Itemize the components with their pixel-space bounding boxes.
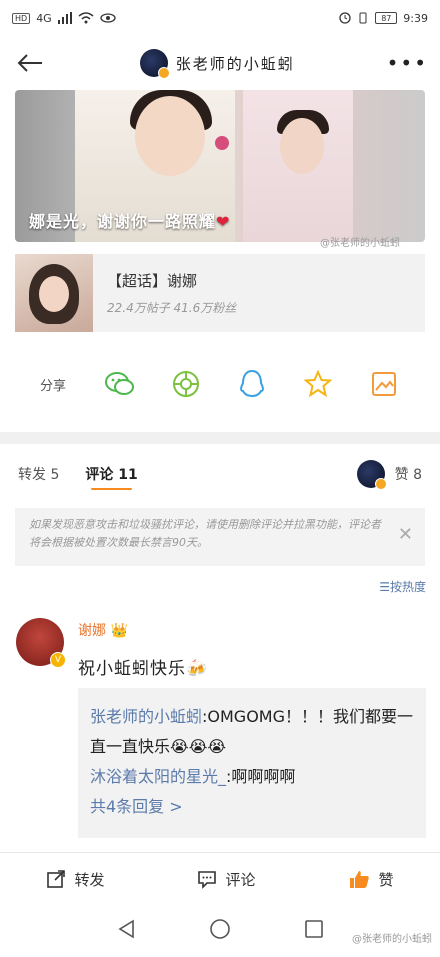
- topic-card[interactable]: 【超话】谢娜 22.4万帖子 41.6万粉丝: [15, 254, 425, 332]
- repost-button[interactable]: 转发: [46, 869, 105, 890]
- thumbs-up-icon: [350, 871, 370, 888]
- battery-icon: 87: [375, 12, 398, 24]
- more-options-icon[interactable]: •••: [387, 51, 428, 75]
- share-label: 分享: [40, 378, 67, 394]
- bottom-watermark: @张老师的小蚯蚓: [352, 934, 432, 945]
- tab-repost[interactable]: 转发 5: [18, 464, 59, 484]
- post-image[interactable]: 娜是光，谢谢你一路照耀❤: [15, 90, 425, 242]
- like-button[interactable]: 赞: [348, 869, 394, 890]
- repost-icon: [47, 870, 66, 888]
- bottom-action-bar: 转发 评论 赞: [0, 852, 440, 905]
- wechat-icon[interactable]: [104, 368, 136, 400]
- wifi-icon: [78, 12, 94, 24]
- title-user[interactable]: 张老师的小蚯蚓: [139, 49, 295, 79]
- divider: [0, 432, 440, 444]
- close-icon[interactable]: ✕: [398, 526, 413, 544]
- vibrate-icon: [359, 12, 367, 24]
- liker-avatar: [356, 460, 387, 490]
- topic-name: 【超话】谢娜: [107, 272, 198, 290]
- nav-home-button[interactable]: [208, 917, 232, 941]
- moderation-notice: 如果发现恶意攻击和垃圾骚扰评论，请使用删除评论并拉黑功能，评论者将会根据被处置次…: [15, 508, 425, 566]
- back-button[interactable]: [12, 45, 48, 81]
- triangle-back-icon: [118, 919, 134, 938]
- square-recents-icon: [305, 919, 323, 938]
- comment-button[interactable]: 评论: [197, 869, 256, 890]
- moments-icon[interactable]: [170, 368, 202, 400]
- comment-text: 祝小蚯蚓快乐🍻: [78, 659, 209, 679]
- reply-author[interactable]: 张老师的小蚯蚓: [90, 707, 202, 726]
- comment-author[interactable]: 谢娜 👑: [78, 620, 128, 640]
- network-label: 4G: [36, 11, 52, 25]
- topic-thumbnail: [15, 254, 93, 332]
- verified-icon: V: [50, 652, 66, 668]
- tab-bar: 转发 5 评论 11 赞 8: [0, 454, 440, 494]
- status-bar: HD 4G 87 9:39: [0, 0, 440, 36]
- share-row: 分享: [0, 352, 440, 416]
- nav-back-button[interactable]: [114, 917, 138, 941]
- clock: 9:39: [403, 11, 428, 25]
- reply-author[interactable]: 沐浴着太阳的星光_: [90, 767, 226, 786]
- alarm-icon: [339, 12, 351, 24]
- page-title: 张老师的小蚯蚓: [175, 54, 295, 73]
- tab-comment[interactable]: 评论 11: [85, 464, 138, 490]
- title-bar: 张老师的小蚯蚓 •••: [0, 36, 440, 90]
- reply-item: 张老师的小蚯蚓:OMGOMG！！！我们都要一直一直快乐😭😭😭: [90, 707, 414, 756]
- avatar: [139, 49, 170, 79]
- favorite-icon[interactable]: [302, 368, 334, 400]
- nav-recents-button[interactable]: [302, 917, 326, 941]
- more-replies-link[interactable]: 共4条回复 >: [90, 792, 414, 822]
- image-save-icon[interactable]: [368, 368, 400, 400]
- comment-icon: [198, 871, 217, 889]
- commenter-avatar[interactable]: V: [16, 618, 66, 668]
- circle-home-icon: [210, 918, 230, 939]
- eye-icon: [100, 13, 116, 23]
- hd-icon: HD: [12, 12, 31, 24]
- crown-icon: 👑: [110, 623, 128, 639]
- heart-icon: ❤: [216, 212, 231, 231]
- signal-icon: [57, 12, 72, 24]
- image-watermark: @张老师的小蚯蚓: [320, 238, 400, 249]
- topic-stats: 22.4万帖子 41.6万粉丝: [107, 301, 237, 315]
- qq-icon[interactable]: [236, 368, 268, 400]
- sort-by-hot[interactable]: ☰按热度: [379, 578, 426, 595]
- sort-icon: ☰: [379, 580, 390, 594]
- reply-item: 沐浴着太阳的星光_:啊啊啊啊: [90, 767, 296, 786]
- tab-like[interactable]: 赞 8: [356, 460, 422, 490]
- reply-box[interactable]: 张老师的小蚯蚓:OMGOMG！！！我们都要一直一直快乐😭😭😭 沐浴着太阳的星光_…: [78, 688, 426, 838]
- arrow-left-icon: [17, 54, 42, 72]
- image-caption: 娜是光，谢谢你一路照耀❤: [29, 212, 231, 231]
- system-nav-bar: [0, 904, 440, 953]
